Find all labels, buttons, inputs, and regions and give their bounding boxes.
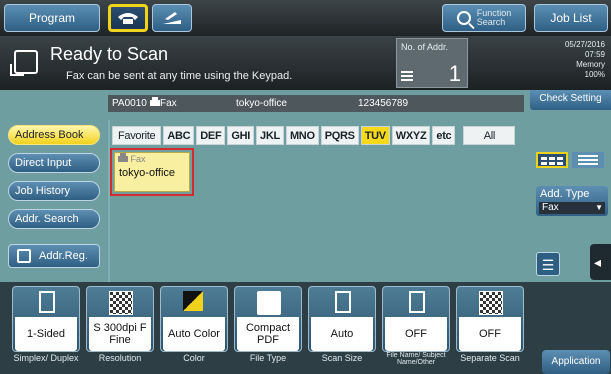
index-tabs: Favorite ABC DEF GHI JKL MNO PQRS TUV WX… [112, 126, 516, 145]
tab-tuv[interactable]: TUV [360, 126, 390, 145]
tab-def[interactable]: DEF [196, 126, 226, 145]
grid-view-icon [541, 157, 563, 165]
tab-wxyz[interactable]: WXYZ [391, 126, 431, 145]
file-type-value: Compact PDF [237, 317, 299, 351]
file-type-button[interactable]: Compact PDF [234, 286, 302, 352]
scan-size-icon [335, 291, 351, 313]
scan-size-label: Scan Size [321, 353, 363, 363]
grid-view-button[interactable] [536, 152, 568, 168]
resolution-label: Resolution [98, 353, 142, 363]
separate-scan-label: Separate Scan [460, 353, 520, 363]
job-list-button[interactable]: Job List [534, 4, 608, 32]
menu-icon: ☰ [541, 257, 555, 273]
date-text: 05/27/2016 [564, 40, 605, 49]
tab-pqrs[interactable]: PQRS [320, 126, 359, 145]
simplex-duplex-button[interactable]: 1-Sided [12, 286, 80, 352]
simplex-duplex-label: Simplex/ Duplex [13, 353, 79, 363]
time-text: 07:59 [584, 50, 605, 59]
resolution-icon [109, 291, 133, 315]
memory-value: 100% [584, 70, 605, 79]
program-button[interactable]: Program [4, 4, 100, 32]
destination-number: 123456789 [358, 98, 409, 109]
arrow-left-icon: ◂ [594, 254, 602, 270]
add-type-label: Add. Type [540, 188, 590, 200]
menu-button[interactable]: ☰ [536, 252, 560, 276]
color-button[interactable]: Auto Color [160, 286, 228, 352]
tab-etc[interactable]: etc [432, 126, 456, 145]
telephone-icon [118, 13, 138, 24]
tab-favorite[interactable]: Favorite [112, 126, 162, 145]
color-icon [183, 291, 203, 311]
memory-label: Memory [576, 60, 605, 69]
add-type-selector[interactable]: Add. Type Fax [536, 186, 608, 216]
fax-icon [150, 97, 160, 106]
addr-reg-button[interactable]: Addr.Reg. [8, 244, 100, 268]
separate-scan-value: OFF [459, 317, 521, 351]
status-message: Fax can be sent at any time using the Ke… [66, 70, 293, 82]
nav-direct-input[interactable]: Direct Input [8, 153, 100, 173]
address-register-icon [17, 249, 31, 263]
destination-card-body: Fax tokyo-office [114, 152, 190, 192]
resolution-button[interactable]: S 300dpi F Fine [86, 286, 154, 352]
search-icon [456, 11, 471, 25]
list-view-icon [578, 155, 598, 165]
mail-icon [409, 291, 425, 313]
scan-size-value: Auto [311, 317, 373, 351]
scan-mode-button[interactable] [152, 4, 192, 32]
color-label: Color [183, 353, 205, 363]
add-type-value[interactable]: Fax [539, 202, 605, 214]
file-name-label: File Name/ Subject Name/Other [386, 352, 446, 366]
ready-title: Ready to Scan [50, 44, 169, 64]
addr-reg-label: Addr.Reg. [39, 250, 88, 262]
check-setting-button[interactable]: Check Setting [530, 90, 611, 110]
function-search-button[interactable]: Function Search [442, 4, 526, 32]
file-name-value: OFF [385, 317, 447, 351]
file-name-button[interactable]: OFF [382, 286, 450, 352]
destination-type: Fax [150, 95, 177, 112]
destination-id: PA0010 [112, 98, 147, 109]
panel-divider [108, 120, 110, 285]
device-info: 05/27/2016 07:59 Memory 100% [530, 36, 611, 90]
address-count-label: No. of Addr. [401, 42, 449, 52]
selected-destination-bar: PA0010 Fax tokyo-office 123456789 [108, 95, 524, 112]
tab-mno[interactable]: MNO [285, 126, 319, 145]
address-count-value: 1 [448, 61, 461, 86]
list-icon [401, 71, 413, 82]
nav-address-book[interactable]: Address Book [8, 125, 100, 145]
card-type: Fax [118, 153, 146, 164]
nav-job-history[interactable]: Job History [8, 181, 100, 201]
address-count-box[interactable]: No. of Addr. 1 [396, 38, 468, 88]
simplex-duplex-value: 1-Sided [15, 317, 77, 351]
tab-abc[interactable]: ABC [163, 126, 195, 145]
tab-all[interactable]: All [463, 126, 516, 145]
collapse-panel-button[interactable]: ◂ [590, 244, 611, 280]
card-name: tokyo-office [119, 167, 176, 179]
file-type-label: File Type [249, 353, 287, 363]
destination-name: tokyo-office [236, 98, 287, 109]
fax-mode-button[interactable] [108, 4, 148, 32]
color-value: Auto Color [163, 317, 225, 351]
resolution-value: S 300dpi F Fine [89, 317, 151, 351]
card-type-text: Fax [130, 154, 146, 164]
function-search-label-2: Search [476, 17, 506, 27]
scanner-icon [163, 12, 181, 24]
tab-ghi[interactable]: GHI [227, 126, 255, 145]
page-icon [39, 291, 55, 313]
separate-scan-button[interactable]: OFF [456, 286, 524, 352]
scan-size-button[interactable]: Auto [308, 286, 376, 352]
list-view-button[interactable] [572, 152, 604, 168]
fax-icon [118, 153, 128, 162]
ready-scan-icon [10, 50, 38, 76]
separate-scan-icon [479, 291, 503, 315]
destination-card[interactable]: Fax tokyo-office [110, 148, 194, 196]
nav-addr-search[interactable]: Addr. Search [8, 209, 100, 229]
tab-jkl[interactable]: JKL [256, 126, 284, 145]
pdf-icon [257, 291, 281, 315]
application-button[interactable]: Application [542, 350, 610, 374]
destination-type-text: Fax [160, 98, 177, 109]
